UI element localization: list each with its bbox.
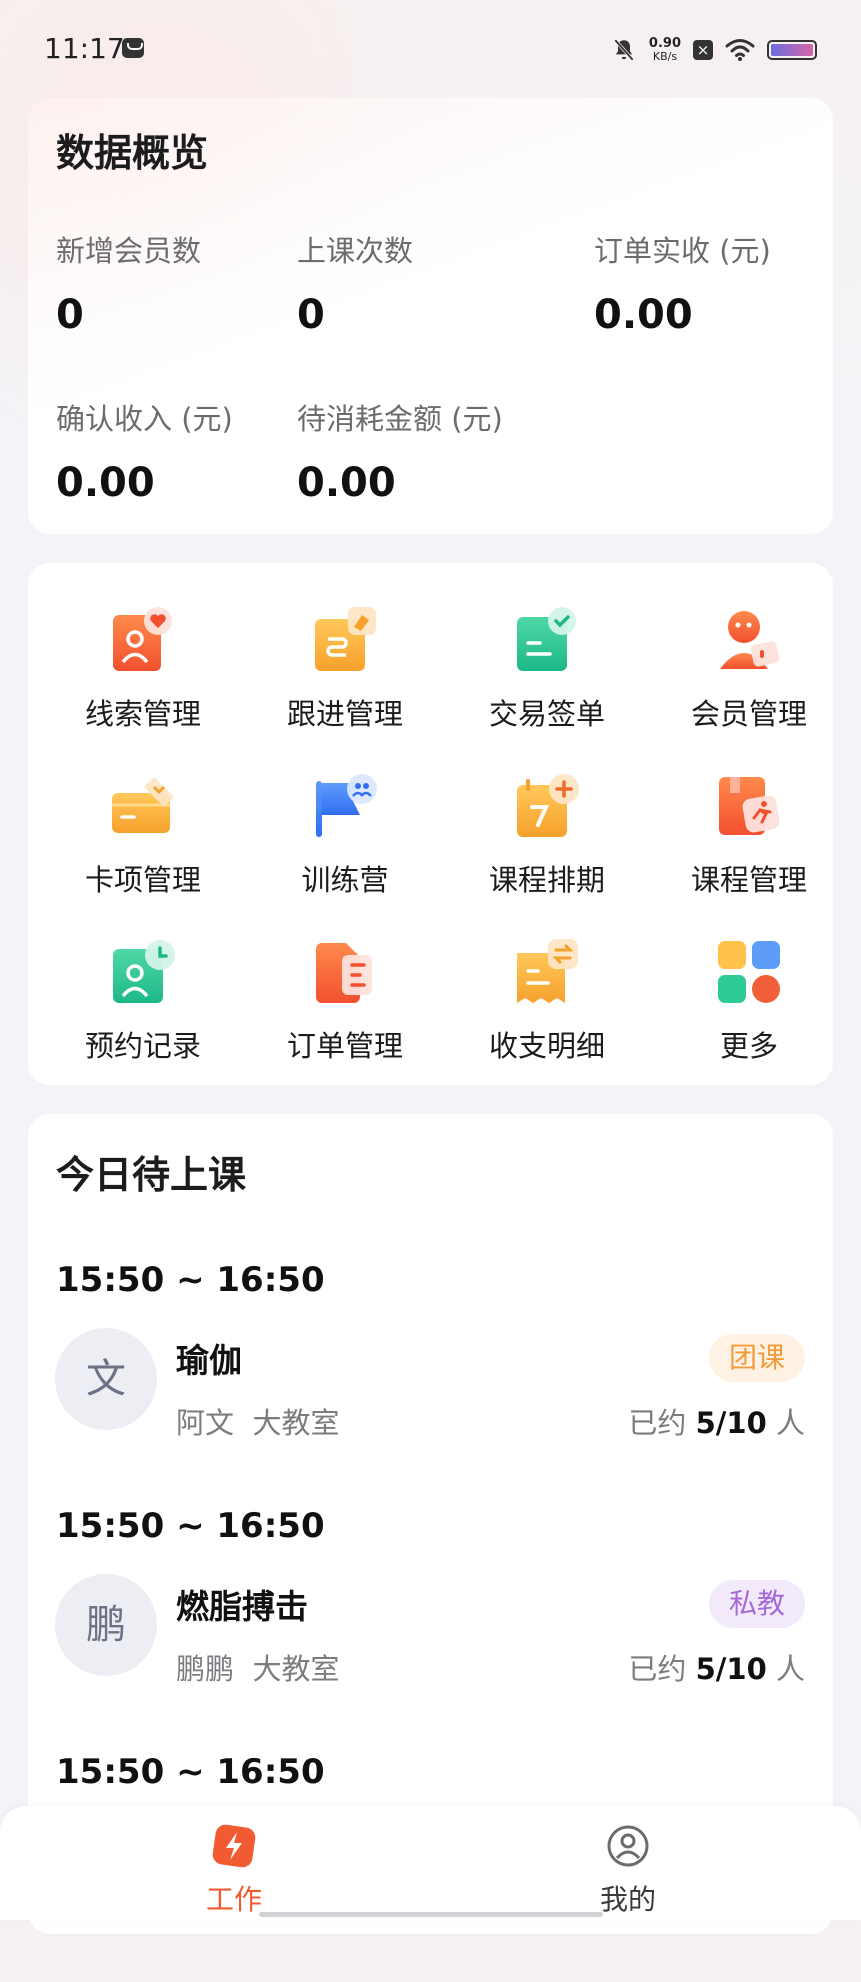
- room-name: 大教室: [252, 1652, 340, 1686]
- menu-label: 课程排期: [488, 863, 605, 897]
- menu-card-management[interactable]: 卡项管理: [53, 773, 233, 899]
- function-menu-card: 线索管理 跟进管理 交易签单 会员管理 卡项管理 训练营 课程排期 课程管理 预…: [28, 563, 833, 1085]
- stat-value: 0.00: [594, 292, 693, 338]
- menu-order-management[interactable]: 订单管理: [255, 939, 435, 1065]
- follow-up-icon: [312, 607, 378, 673]
- booked-count: 已约 5/10 人: [628, 1406, 805, 1440]
- stat-value: 0.00: [56, 460, 155, 506]
- course-book-icon: [716, 773, 782, 839]
- menu-label: 预约记录: [84, 1029, 201, 1063]
- camp-flag-icon: [312, 773, 378, 839]
- menu-more[interactable]: 更多: [659, 939, 839, 1065]
- menu-course-schedule[interactable]: 课程排期: [457, 773, 637, 899]
- contract-icon: [514, 607, 580, 673]
- course-name: 瑜伽: [176, 1341, 242, 1380]
- booked-count: 已约 5/10 人: [628, 1652, 805, 1686]
- class-session[interactable]: 15:50 ~ 16:50 鹏 燃脂搏击 鹏鹏 大教室 私教 已约 5/10 人: [28, 1506, 833, 1736]
- menu-label: 卡项管理: [84, 863, 201, 897]
- menu-label: 线索管理: [84, 697, 201, 731]
- coach-name: 阿文: [176, 1406, 235, 1440]
- status-icons: 0.90 KB/s ×: [611, 32, 817, 68]
- bottom-tab-bar: 工作 我的: [0, 1806, 861, 1920]
- stat-label: 新增会员数: [56, 234, 202, 268]
- menu-label: 交易签单: [488, 697, 605, 731]
- session-time: 15:50 ~ 16:50: [56, 1260, 325, 1300]
- home-indicator[interactable]: [259, 1912, 603, 1917]
- menu-booking-records[interactable]: 预约记录: [53, 939, 233, 1065]
- tab-work[interactable]: 工作: [154, 1824, 314, 1918]
- battery-icon: [767, 40, 817, 60]
- menu-label: 跟进管理: [286, 697, 403, 731]
- menu-finance-details[interactable]: 收支明细: [457, 939, 637, 1065]
- menu-label: 收支明细: [488, 1029, 605, 1063]
- menu-contract-signing[interactable]: 交易签单: [457, 607, 637, 733]
- finance-icon: [514, 939, 580, 1005]
- menu-follow-up-management[interactable]: 跟进管理: [255, 607, 435, 733]
- stat-value: 0: [56, 292, 84, 338]
- schedule-icon: [514, 773, 580, 839]
- stat-class-count[interactable]: 上课次数 0: [297, 228, 413, 338]
- menu-label: 课程管理: [690, 863, 807, 897]
- no-sim-icon: ×: [693, 40, 713, 60]
- course-meta: 阿文 大教室: [176, 1400, 339, 1442]
- network-speed: 0.90 KB/s: [648, 36, 681, 63]
- class-type-badge: 私教: [708, 1580, 805, 1628]
- wifi-icon: [725, 39, 755, 61]
- stat-value: 0: [297, 292, 325, 338]
- overview-title: 数据概览: [56, 131, 209, 175]
- today-title: 今日待上课: [56, 1153, 247, 1197]
- stat-order-received[interactable]: 订单实收 (元) 0.00: [594, 228, 771, 338]
- class-type-badge: 团课: [708, 1334, 805, 1382]
- stat-label: 待消耗金额 (元): [297, 402, 503, 436]
- stat-value: 0.00: [297, 460, 396, 506]
- lead-icon: [110, 607, 176, 673]
- card-icon: [110, 773, 176, 839]
- course-name: 燃脂搏击: [176, 1587, 308, 1626]
- course-meta: 鹏鹏 大教室: [176, 1646, 339, 1688]
- stat-confirmed-income[interactable]: 确认收入 (元) 0.00: [56, 396, 233, 506]
- stat-pending-consumption[interactable]: 待消耗金额 (元) 0.00: [297, 396, 503, 506]
- coach-avatar: 鹏: [55, 1574, 157, 1676]
- profile-icon: [607, 1825, 649, 1867]
- menu-label: 订单管理: [286, 1029, 403, 1063]
- stat-new-members[interactable]: 新增会员数 0: [56, 228, 201, 338]
- menu-label: 训练营: [301, 863, 389, 897]
- stat-label: 上课次数: [297, 234, 414, 268]
- lightning-icon: [212, 1824, 256, 1868]
- status-bar: 11:17 0.90 KB/s ×: [0, 0, 861, 100]
- stat-label: 订单实收 (元): [594, 234, 771, 268]
- more-grid-icon: [716, 939, 782, 1005]
- menu-course-management[interactable]: 课程管理: [659, 773, 839, 899]
- session-time: 15:50 ~ 16:50: [56, 1752, 325, 1792]
- coach-avatar: 文: [55, 1328, 157, 1430]
- stat-label: 确认收入 (元): [56, 402, 233, 436]
- room-name: 大教室: [252, 1406, 340, 1440]
- menu-label: 会员管理: [690, 697, 807, 731]
- session-time: 15:50 ~ 16:50: [56, 1506, 325, 1546]
- tab-mine[interactable]: 我的: [548, 1824, 708, 1918]
- coach-name: 鹏鹏: [176, 1652, 235, 1686]
- member-icon: [716, 607, 782, 673]
- mute-bell-icon: [614, 39, 634, 61]
- order-icon: [312, 939, 378, 1005]
- menu-member-management[interactable]: 会员管理: [659, 607, 839, 733]
- data-overview-card: 数据概览 新增会员数 0 上课次数 0 订单实收 (元) 0.00 确认收入 (…: [28, 98, 833, 534]
- status-time: 11:17: [44, 32, 125, 65]
- class-session[interactable]: 15:50 ~ 16:50 文 瑜伽 阿文 大教室 团课 已约 5/10 人: [28, 1260, 833, 1490]
- menu-lead-management[interactable]: 线索管理: [53, 607, 233, 733]
- message-notification-icon: [122, 38, 144, 58]
- menu-label: 更多: [719, 1029, 778, 1063]
- menu-training-camp[interactable]: 训练营: [255, 773, 435, 899]
- booking-icon: [110, 939, 176, 1005]
